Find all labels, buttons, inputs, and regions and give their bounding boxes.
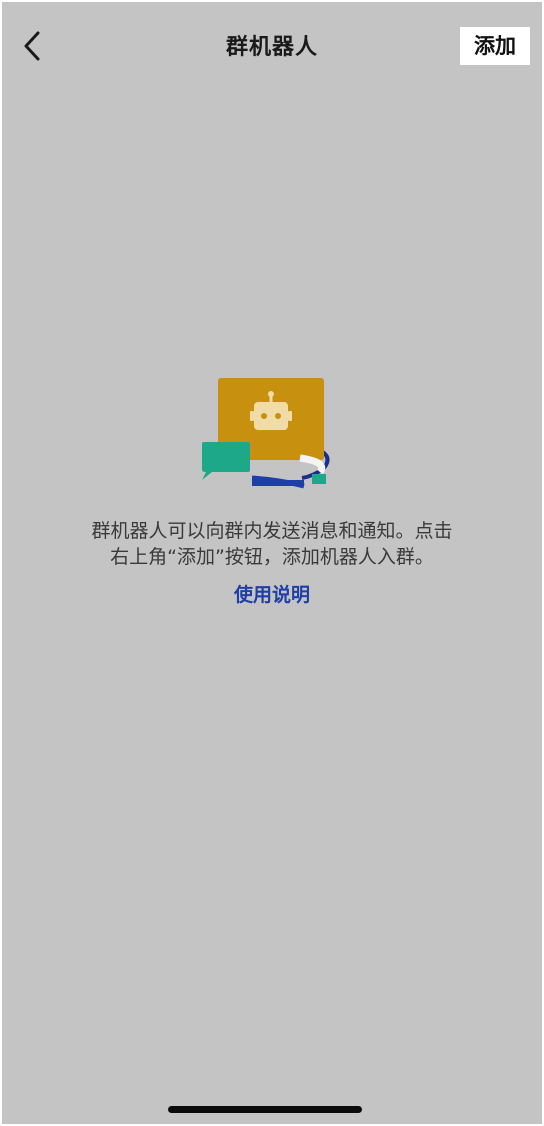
usage-instructions-link[interactable]: 使用说明 (172, 582, 372, 608)
home-indicator[interactable] (168, 1106, 362, 1113)
page-title: 群机器人 (225, 35, 318, 60)
empty-state-description: 群机器人可以向群内发送消息和通知。点击 右上角“添加”按钮，添加机器人入群。 (42, 518, 502, 570)
chevron-left-icon (24, 31, 40, 61)
robot-icon (250, 402, 292, 430)
description-line-2: 右上角“添加”按钮，添加机器人入群。 (110, 546, 434, 568)
navigation-bar: 群机器人 添加 (2, 2, 542, 90)
chat-bubble (202, 442, 250, 480)
screen: 群机器人 添加 群机器人可以向群内发送消息和通知。点击 右上角“添加”按钮，添加… (2, 2, 542, 1124)
add-button[interactable]: 添加 (460, 27, 530, 65)
robot-chat-illustration (202, 378, 330, 489)
back-button[interactable] (16, 28, 48, 64)
description-line-1: 群机器人可以向群内发送消息和通知。点击 (91, 520, 453, 542)
